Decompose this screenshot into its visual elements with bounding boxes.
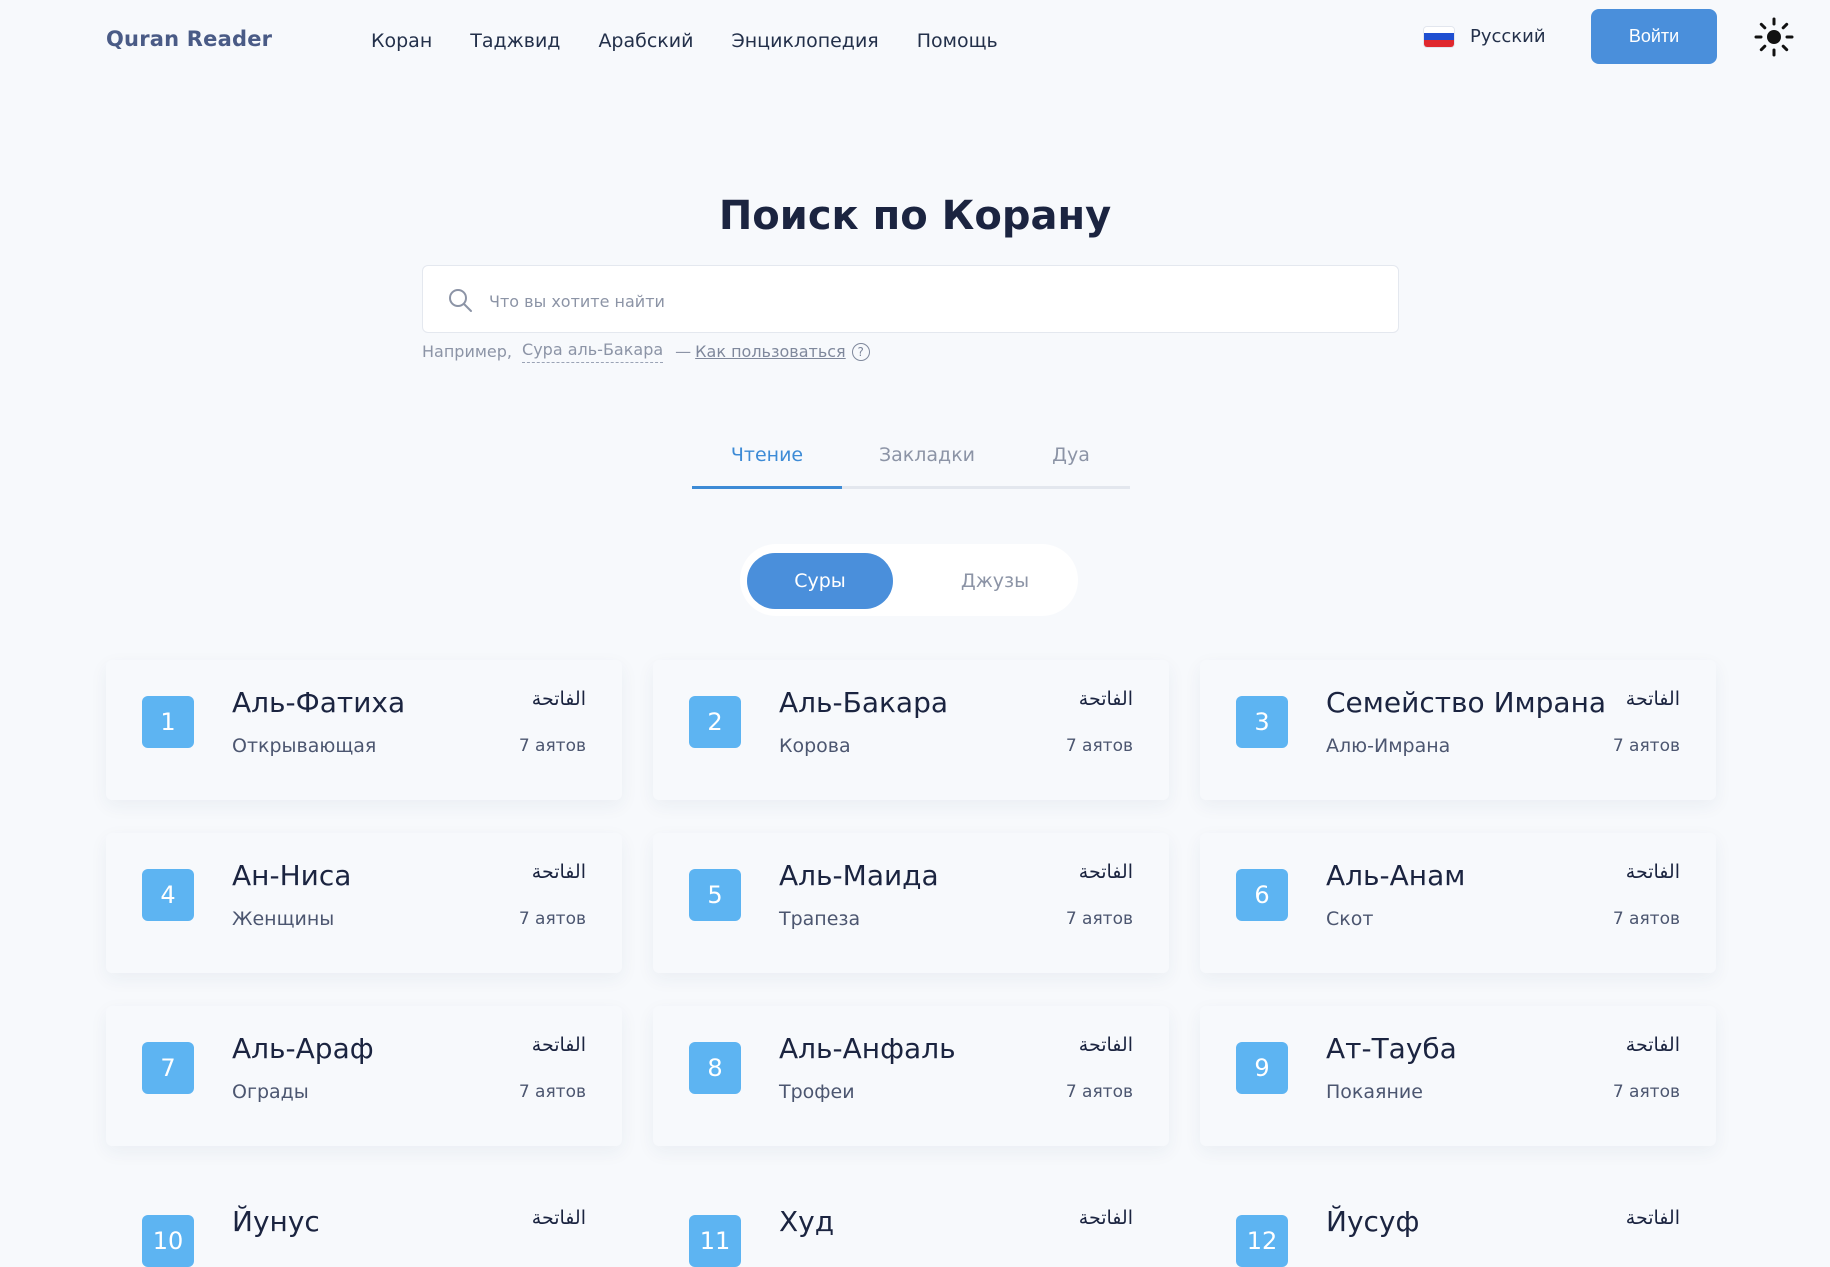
surah-juz-toggle: Суры Джузы xyxy=(740,544,1078,616)
tab-reading[interactable]: Чтение xyxy=(692,440,842,489)
surah-card[interactable]: 4 Ан-Ниса Женщины الفاتحة 7 аятов xyxy=(106,833,622,973)
surah-number-badge: 5 xyxy=(689,869,741,921)
surah-card[interactable]: 2 Аль-Бакара Корова الفاتحة 7 аятов xyxy=(653,660,1169,800)
surah-name: Аль-Маида xyxy=(779,859,939,892)
surah-number-badge: 10 xyxy=(142,1215,194,1267)
surah-translation: Ограды xyxy=(232,1081,309,1103)
brand-logo[interactable]: Quran Reader xyxy=(106,27,272,51)
main-tabs: Чтение Закладки Дуа xyxy=(692,440,1130,489)
surah-name: Аль-Араф xyxy=(232,1032,374,1065)
surah-card[interactable]: 6 Аль-Анам Скот الفاتحة 7 аятов xyxy=(1200,833,1716,973)
surah-number-badge: 8 xyxy=(689,1042,741,1094)
surah-card[interactable]: 8 Аль-Анфаль Трофеи الفاتحة 7 аятов xyxy=(653,1006,1169,1146)
surah-translation: Трапеза xyxy=(779,908,861,930)
page-title: Поиск по Корану xyxy=(718,193,1112,239)
surah-number-badge: 7 xyxy=(142,1042,194,1094)
surah-arabic-name: الفاتحة xyxy=(531,1207,586,1229)
surah-name: Аль-Анфаль xyxy=(779,1032,956,1065)
surah-ayat-count: 7 аятов xyxy=(1065,909,1133,929)
surah-card[interactable]: 5 Аль-Маида Трапеза الفاتحة 7 аятов xyxy=(653,833,1169,973)
how-to-use-link[interactable]: Как пользоваться xyxy=(695,342,846,361)
nav-item-encyclopedia[interactable]: Энциклопедия xyxy=(731,30,878,52)
search-box[interactable] xyxy=(422,265,1399,333)
surah-translation: Открывающая xyxy=(232,735,377,757)
surah-number-badge: 3 xyxy=(1236,696,1288,748)
nav-item-quran[interactable]: Коран xyxy=(371,30,432,52)
surah-translation: Корова xyxy=(779,735,851,757)
surah-number-badge: 4 xyxy=(142,869,194,921)
top-header: Quran Reader Коран Таджвид Арабский Энци… xyxy=(0,0,1830,86)
search-input[interactable] xyxy=(487,280,1371,322)
surah-number-badge: 1 xyxy=(142,696,194,748)
surah-arabic-name: الفاتحة xyxy=(1078,1034,1133,1056)
toggle-surahs[interactable]: Суры xyxy=(747,553,893,609)
surah-number-badge: 2 xyxy=(689,696,741,748)
language-label: Русский xyxy=(1470,26,1546,47)
sun-icon[interactable] xyxy=(1754,17,1794,57)
surah-arabic-name: الفاتحة xyxy=(531,688,586,710)
surah-name: Йусуф xyxy=(1326,1205,1420,1238)
surah-translation: Женщины xyxy=(232,908,335,930)
hint-prefix: Например, xyxy=(422,342,513,361)
language-selector[interactable]: Русский xyxy=(1424,26,1546,47)
surah-arabic-name: الفاتحة xyxy=(531,1034,586,1056)
surah-ayat-count: 7 аятов xyxy=(518,736,586,756)
surah-name: Аль-Анам xyxy=(1326,859,1466,892)
nav-item-arabic[interactable]: Арабский xyxy=(598,30,693,52)
surah-arabic-name: الفاتحة xyxy=(1078,1207,1133,1229)
surah-ayat-count: 7 аятов xyxy=(1065,1082,1133,1102)
surah-arabic-name: الفاتحة xyxy=(1078,688,1133,710)
surah-card[interactable]: 12 Йусуф الفاتحة xyxy=(1200,1179,1716,1267)
surah-arabic-name: الفاتحة xyxy=(1078,861,1133,883)
nav-item-tajweed[interactable]: Таджвид xyxy=(470,30,560,52)
surah-number-badge: 11 xyxy=(689,1215,741,1267)
toggle-juzs[interactable]: Джузы xyxy=(930,553,1060,609)
login-button[interactable]: Войти xyxy=(1591,9,1717,64)
surah-translation: Трофеи xyxy=(779,1081,855,1103)
surah-arabic-name: الفاتحة xyxy=(1625,861,1680,883)
surah-ayat-count: 7 аятов xyxy=(1612,909,1680,929)
surah-ayat-count: 7 аятов xyxy=(518,909,586,929)
surah-name: Аль-Фатиха xyxy=(232,686,406,719)
surah-card[interactable]: 10 Йунус الفاتحة xyxy=(106,1179,622,1267)
surah-ayat-count: 7 аятов xyxy=(518,1082,586,1102)
main-nav: Коран Таджвид Арабский Энциклопедия Помо… xyxy=(371,30,1036,52)
surah-ayat-count: 7 аятов xyxy=(1065,736,1133,756)
surah-card[interactable]: 3 Семейство Имрана Алю-Имрана الفاتحة 7 … xyxy=(1200,660,1716,800)
surah-name: Семейство Имрана xyxy=(1326,686,1607,719)
search-icon xyxy=(447,287,473,313)
surah-arabic-name: الفاتحة xyxy=(1625,1207,1680,1229)
russian-flag-icon xyxy=(1424,26,1454,47)
search-hint: Например, Сура аль-Бакара — Как пользова… xyxy=(422,340,870,363)
surah-number-badge: 6 xyxy=(1236,869,1288,921)
surah-ayat-count: 7 аятов xyxy=(1612,1082,1680,1102)
nav-item-help[interactable]: Помощь xyxy=(917,30,998,52)
surah-card[interactable]: 11 Худ الفاتحة xyxy=(653,1179,1169,1267)
tab-bookmarks[interactable]: Закладки xyxy=(842,440,1012,486)
surah-name: Аль-Бакара xyxy=(779,686,949,719)
help-icon[interactable]: ? xyxy=(851,342,870,361)
hint-dash: — xyxy=(675,342,692,361)
surah-number-badge: 9 xyxy=(1236,1042,1288,1094)
surah-translation: Скот xyxy=(1326,908,1374,930)
surah-name: Ат-Тауба xyxy=(1326,1032,1457,1065)
surah-arabic-name: الفاتحة xyxy=(1625,688,1680,710)
surah-translation: Алю-Имрана xyxy=(1326,735,1451,757)
surah-arabic-name: الفاتحة xyxy=(1625,1034,1680,1056)
surah-card[interactable]: 1 Аль-Фатиха Открывающая الفاتحة 7 аятов xyxy=(106,660,622,800)
surah-ayat-count: 7 аятов xyxy=(1612,736,1680,756)
surah-name: Йунус xyxy=(232,1205,320,1238)
hint-example-link[interactable]: Сура аль-Бакара xyxy=(522,340,664,363)
surah-card[interactable]: 7 Аль-Араф Ограды الفاتحة 7 аятов xyxy=(106,1006,622,1146)
surah-number-badge: 12 xyxy=(1236,1215,1288,1267)
surah-arabic-name: الفاتحة xyxy=(531,861,586,883)
tab-dua[interactable]: Дуа xyxy=(1012,440,1130,486)
surah-card[interactable]: 9 Ат-Тауба Покаяние الفاتحة 7 аятов xyxy=(1200,1006,1716,1146)
surah-name: Ан-Ниса xyxy=(232,859,352,892)
surah-translation: Покаяние xyxy=(1326,1081,1423,1103)
surah-name: Худ xyxy=(779,1205,835,1238)
